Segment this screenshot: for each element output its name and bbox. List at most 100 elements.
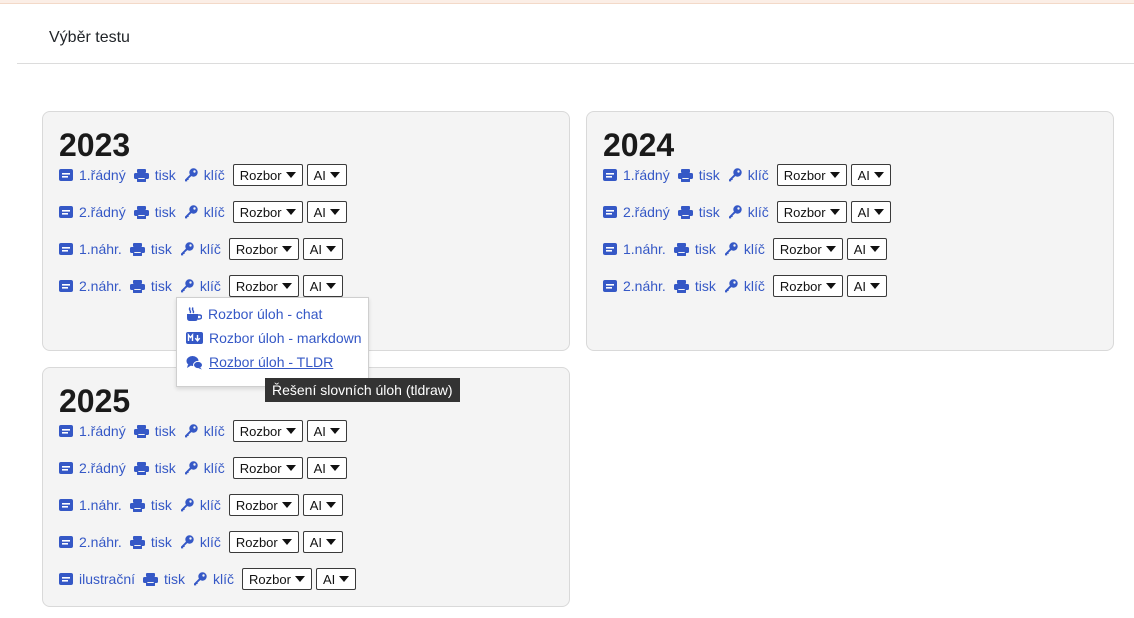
test-link[interactable]: ilustrační [59, 568, 135, 590]
ai-dropdown[interactable]: AI [315, 568, 357, 590]
test-link[interactable]: 1.náhr. [603, 238, 666, 260]
page-title: Výběr testu [49, 29, 130, 46]
menu-item-tldr[interactable]: Rozbor úloh - TLDR [186, 354, 333, 370]
test-link[interactable]: 1.náhr. [59, 238, 122, 260]
print-icon [673, 242, 689, 256]
print-link[interactable]: tisk [673, 238, 716, 260]
test-link[interactable]: 2.náhr. [59, 275, 122, 297]
print-link[interactable]: tisk [143, 568, 185, 590]
print-link[interactable]: tisk [133, 457, 176, 479]
tooltip: Řešení slovních úloh (tldraw) [265, 378, 460, 402]
print-link[interactable]: tisk [133, 164, 176, 186]
caret-down-icon [825, 283, 836, 289]
rozbor-dropdown[interactable]: Rozbor [776, 201, 847, 223]
key-link[interactable]: klíč [724, 275, 765, 297]
ai-dropdown[interactable]: AI [850, 201, 891, 223]
test-link[interactable]: 1.řádný [59, 164, 126, 186]
ai-dropdown[interactable]: AI [302, 275, 344, 297]
key-icon [724, 242, 738, 256]
ai-dropdown[interactable]: AI [306, 164, 347, 186]
test-link[interactable]: 1.náhr. [59, 494, 122, 516]
ai-dropdown[interactable]: AI [302, 238, 344, 260]
test-link[interactable]: 2.řádný [59, 201, 126, 223]
menu-item-label: Rozbor úloh - TLDR [209, 354, 334, 370]
key-label: klíč [199, 497, 221, 513]
key-link[interactable]: klíč [180, 275, 221, 297]
ai-label: AI [313, 167, 326, 183]
key-icon [184, 205, 198, 219]
print-link[interactable]: tisk [133, 420, 176, 442]
key-label: klíč [203, 423, 225, 439]
rozbor-dropdown[interactable]: Rozbor [228, 531, 299, 553]
ai-dropdown[interactable]: AI [302, 531, 344, 553]
print-icon [133, 461, 149, 475]
caret-down-icon [285, 172, 296, 178]
test-name: 2.náhr. [79, 534, 122, 550]
test-link[interactable]: 2.řádný [59, 457, 126, 479]
rozbor-dropdown[interactable]: Rozbor [228, 238, 299, 260]
rozbor-dropdown[interactable]: Rozbor [232, 457, 303, 479]
caret-down-icon [829, 172, 840, 178]
markdown-icon [186, 332, 203, 344]
ai-dropdown[interactable]: AI [846, 238, 888, 260]
test-link[interactable]: 1.řádný [59, 420, 126, 442]
key-link[interactable]: klíč [180, 238, 221, 260]
print-link[interactable]: tisk [677, 201, 720, 223]
key-link[interactable]: klíč [184, 420, 225, 442]
year-card-2025: 2025 1.řádný tisk klíč Rozbor AI 2.řádný… [42, 367, 570, 607]
print-link[interactable]: tisk [129, 238, 172, 260]
test-row: 1.náhr. tisk klíč Rozbor AI [603, 238, 891, 275]
key-link[interactable]: klíč [724, 238, 765, 260]
rozbor-dropdown[interactable]: Rozbor [776, 164, 847, 186]
key-link[interactable]: klíč [184, 457, 225, 479]
print-link[interactable]: tisk [133, 201, 176, 223]
test-row: 1.náhr. tisk klíč Rozbor AI [59, 494, 356, 531]
menu-item-markdown[interactable]: Rozbor úloh - markdown [186, 330, 362, 346]
rozbor-dropdown[interactable]: Rozbor [772, 275, 843, 297]
test-link[interactable]: 2.náhr. [59, 531, 122, 553]
test-link[interactable]: 2.řádný [603, 201, 670, 223]
ai-dropdown[interactable]: AI [306, 201, 347, 223]
ai-dropdown[interactable]: AI [850, 164, 891, 186]
ai-dropdown[interactable]: AI [846, 275, 888, 297]
test-link[interactable]: 2.náhr. [603, 275, 666, 297]
rozbor-label: Rozbor [783, 204, 826, 220]
rozbor-dropdown[interactable]: Rozbor [228, 275, 299, 297]
rozbor-dropdown[interactable]: Rozbor [232, 420, 303, 442]
ai-label: AI [309, 278, 323, 294]
print-icon [133, 168, 149, 182]
key-link[interactable]: klíč [184, 201, 225, 223]
test-row: 1.náhr. tisk klíč Rozbor AI [59, 238, 347, 275]
key-link[interactable]: klíč [180, 531, 221, 553]
key-link[interactable]: klíč [193, 568, 234, 590]
menu-item-chat[interactable]: Rozbor úloh - chat [186, 306, 322, 322]
ai-dropdown[interactable]: AI [306, 457, 347, 479]
print-icon [133, 424, 149, 438]
rozbor-dropdown[interactable]: Rozbor [228, 494, 299, 516]
key-link[interactable]: klíč [184, 164, 225, 186]
key-label: klíč [203, 460, 225, 476]
print-link[interactable]: tisk [677, 164, 720, 186]
document-icon [59, 536, 73, 548]
print-link[interactable]: tisk [129, 531, 172, 553]
print-link[interactable]: tisk [129, 275, 172, 297]
ai-dropdown[interactable]: AI [306, 420, 347, 442]
key-link[interactable]: klíč [180, 494, 221, 516]
menu-item-label: Rozbor úloh - markdown [209, 330, 362, 346]
rozbor-dropdown[interactable]: Rozbor [772, 238, 843, 260]
rozbor-dropdown[interactable]: Rozbor [232, 201, 303, 223]
ai-dropdown[interactable]: AI [302, 494, 344, 516]
key-link[interactable]: klíč [728, 201, 769, 223]
print-link[interactable]: tisk [673, 275, 716, 297]
ai-label: AI [313, 460, 326, 476]
rozbor-dropdown[interactable]: Rozbor [232, 164, 303, 186]
key-icon [724, 279, 738, 293]
document-icon [59, 499, 73, 511]
key-link[interactable]: klíč [728, 164, 769, 186]
print-label: tisk [164, 571, 186, 587]
print-icon [677, 205, 693, 219]
print-link[interactable]: tisk [129, 494, 172, 516]
rozbor-dropdown[interactable]: Rozbor [242, 568, 312, 590]
print-label: tisk [154, 423, 176, 439]
test-link[interactable]: 1.řádný [603, 164, 670, 186]
